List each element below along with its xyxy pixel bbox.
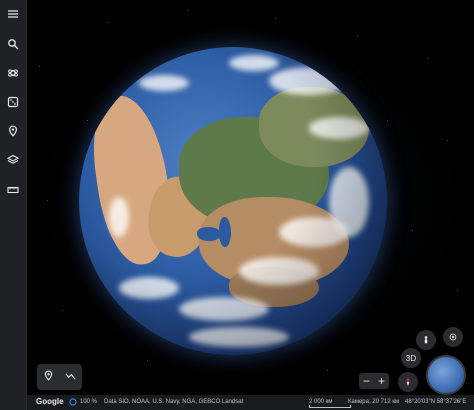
earth-globe[interactable]: [79, 47, 387, 355]
3d-label: 3D: [405, 353, 417, 363]
zoom-in-button[interactable]: +: [378, 373, 385, 389]
my-location-icon[interactable]: [443, 327, 463, 347]
compass-icon[interactable]: [398, 372, 418, 392]
attribution-text[interactable]: Data SIO, NOAA, U.S. Navy, NGA, GEBCO La…: [104, 399, 243, 405]
zoom-control: − +: [359, 373, 389, 389]
pegman-icon[interactable]: [416, 330, 436, 350]
minimap-globe[interactable]: [426, 355, 466, 395]
google-logo: Google: [36, 397, 64, 406]
draw-line-icon[interactable]: [65, 368, 76, 386]
zoom-out-button[interactable]: −: [363, 373, 370, 389]
left-sidebar: [0, 0, 27, 410]
progress-icon: [69, 398, 77, 408]
load-progress: 100 %: [80, 399, 98, 405]
globe-viewport[interactable]: 3D − +: [27, 0, 474, 395]
drawing-tools: [37, 364, 82, 390]
feeling-lucky-icon[interactable]: [3, 92, 23, 112]
search-icon[interactable]: [3, 34, 23, 54]
voyager-icon[interactable]: [3, 63, 23, 83]
map-style-icon[interactable]: [3, 150, 23, 170]
add-placemark-icon[interactable]: [43, 368, 54, 386]
3d-toggle-button[interactable]: 3D: [401, 348, 421, 368]
measure-icon[interactable]: [3, 180, 23, 200]
status-bar: Google 100 % Data SIO, NOAA, U.S. Navy, …: [27, 395, 474, 410]
coordinates: 48°20'03"N 58°37'26"E: [405, 399, 467, 405]
camera-altitude: Камера: 20 712 км: [348, 399, 400, 405]
projects-icon[interactable]: [3, 121, 23, 141]
menu-icon[interactable]: [3, 4, 23, 24]
scale-bar: [309, 405, 351, 408]
